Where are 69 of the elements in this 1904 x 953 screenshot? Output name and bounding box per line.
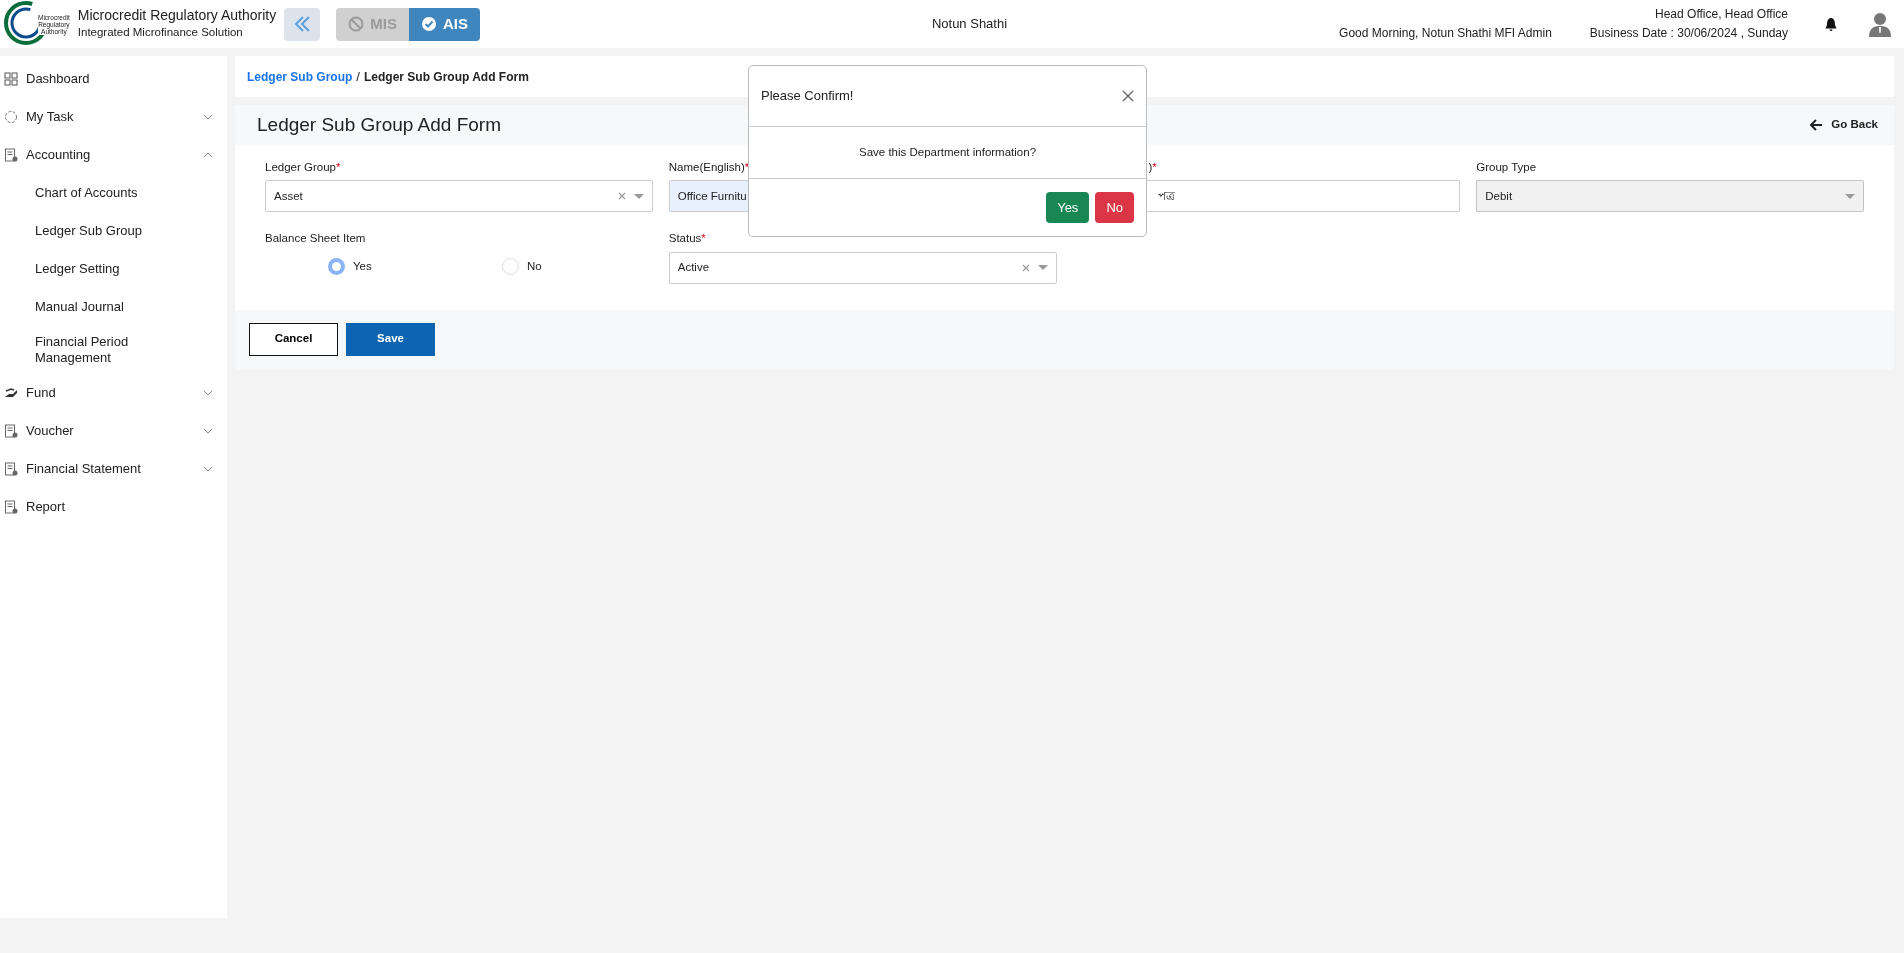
sidebar-subitem[interactable]: Chart of Accounts bbox=[0, 174, 227, 212]
company-name: Notun Shathi bbox=[930, 15, 1008, 34]
greeting-text: Good Morning, Notun Shathi MFI Admin bbox=[1339, 25, 1552, 42]
grid-icon bbox=[4, 72, 18, 86]
go-back-link[interactable]: Go Back bbox=[1809, 116, 1878, 134]
clear-icon[interactable] bbox=[617, 192, 626, 201]
dialog-message: Save this Department information? bbox=[749, 127, 1146, 179]
select-field[interactable]: Active bbox=[668, 251, 1057, 284]
document-icon bbox=[4, 500, 18, 514]
dotted-circle-icon bbox=[4, 110, 18, 124]
module-toggle[interactable]: AIS bbox=[408, 7, 480, 41]
sidebar-item[interactable]: Voucher bbox=[0, 412, 227, 450]
sidebar-subitem[interactable]: Ledger Sub Group bbox=[0, 212, 227, 250]
sidebar-item[interactable]: Accounting bbox=[0, 136, 227, 174]
arrow-left-icon bbox=[1809, 118, 1824, 132]
no-button[interactable]: No bbox=[1095, 192, 1134, 223]
select-field[interactable]: Asset bbox=[265, 180, 653, 213]
bell-icon bbox=[1824, 16, 1838, 32]
avatar-silhouette-icon bbox=[1868, 11, 1892, 37]
notification-button[interactable] bbox=[1824, 16, 1838, 32]
field-label: ) bbox=[1148, 160, 1153, 175]
document-icon bbox=[4, 424, 18, 438]
sidebar-item[interactable]: Dashboard bbox=[0, 60, 227, 98]
radio-button[interactable] bbox=[501, 257, 519, 275]
form-title: Ledger Sub Group Add Form bbox=[257, 113, 501, 137]
radio-option[interactable]: Yes bbox=[265, 257, 459, 275]
radio-label: Yes bbox=[353, 258, 372, 274]
dropdown-caret-icon bbox=[1037, 265, 1048, 270]
sidebar-item[interactable]: My Task bbox=[0, 98, 227, 136]
ban-icon bbox=[348, 16, 365, 32]
required-marker: * bbox=[701, 231, 706, 247]
radio-option[interactable]: No bbox=[458, 257, 653, 275]
field-label: Status bbox=[668, 231, 702, 247]
dropdown-caret-icon bbox=[633, 193, 644, 199]
sidebar-subitem[interactable]: Manual Journal bbox=[0, 288, 227, 326]
sidebar-subitem[interactable]: Ledger Setting bbox=[0, 250, 227, 288]
organization-subtitle: Integrated Microfinance Solution bbox=[77, 24, 244, 40]
collapse-sidebar-button[interactable] bbox=[284, 7, 321, 41]
yes-button[interactable]: Yes bbox=[1046, 192, 1090, 223]
dropdown-caret-icon bbox=[1845, 193, 1855, 199]
close-button[interactable] bbox=[1122, 90, 1134, 102]
sidebar-item[interactable]: Fund bbox=[0, 374, 227, 412]
business-date: Business Date : 30/06/2024 , Sunday bbox=[1589, 25, 1788, 42]
breadcrumb-link[interactable]: Ledger Sub Group bbox=[247, 67, 353, 86]
document-icon bbox=[4, 148, 18, 162]
radio-label: No bbox=[526, 258, 542, 274]
sidebar-item[interactable]: Financial Statement bbox=[0, 450, 227, 488]
breadcrumb-separator: / bbox=[356, 67, 360, 86]
field-label: Balance Sheet Item bbox=[265, 231, 366, 247]
user-avatar[interactable] bbox=[1868, 11, 1892, 37]
field-label: Ledger Group bbox=[265, 160, 336, 175]
close-icon bbox=[1122, 90, 1134, 102]
save-button[interactable]: Save bbox=[346, 322, 435, 356]
document-icon bbox=[4, 462, 18, 476]
breadcrumb-current: Ledger Sub Group Add Form bbox=[363, 68, 529, 86]
field-label: Group Type bbox=[1476, 160, 1537, 175]
clear-icon[interactable] bbox=[1021, 263, 1030, 272]
hand-icon bbox=[4, 386, 18, 400]
radio-button[interactable] bbox=[328, 257, 345, 275]
sidebar-subitem[interactable]: Financial Period Management bbox=[0, 326, 227, 374]
cancel-button[interactable]: Cancel bbox=[249, 322, 338, 356]
required-marker: * bbox=[335, 160, 341, 175]
check-circle-icon bbox=[420, 16, 437, 32]
office-name: Head Office, Head Office bbox=[1654, 6, 1788, 23]
dialog-title: Please Confirm! bbox=[761, 87, 854, 106]
sidebar-item[interactable]: Report bbox=[0, 488, 227, 526]
required-marker: * bbox=[1152, 160, 1157, 175]
organization-name: Microcredit Regulatory Authority bbox=[77, 6, 277, 24]
field-label: Name(English) bbox=[668, 160, 745, 175]
